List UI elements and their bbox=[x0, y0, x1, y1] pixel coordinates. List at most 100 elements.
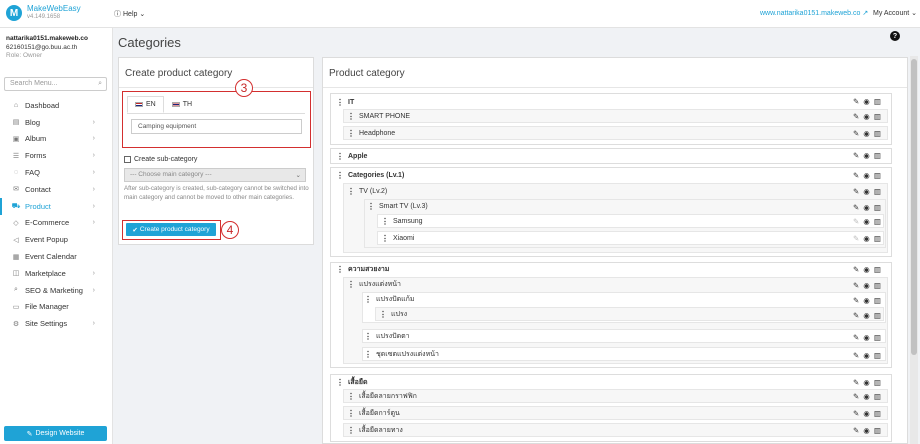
edit-icon[interactable]: ✎ bbox=[853, 171, 859, 180]
category-row[interactable]: ⋮ เสื้อยืด bbox=[336, 375, 368, 389]
design-website-button[interactable]: ✎ Design Website bbox=[4, 426, 107, 441]
tab-th[interactable]: TH bbox=[164, 96, 200, 113]
category-row[interactable]: ⋮ Categories (Lv.1) bbox=[336, 168, 404, 182]
trash-icon[interactable]: ▥ bbox=[874, 409, 881, 418]
drag-handle-icon[interactable]: ⋮ bbox=[367, 202, 375, 211]
category-row[interactable]: ⋮ ชุดเซตแปรงแต่งหน้า bbox=[364, 347, 439, 361]
drag-handle-icon[interactable]: ⋮ bbox=[336, 152, 344, 161]
trash-icon[interactable]: ▥ bbox=[874, 97, 881, 106]
subcategory-checkbox-row[interactable]: Create sub-category bbox=[124, 156, 197, 163]
edit-icon[interactable]: ✎ bbox=[853, 378, 859, 387]
drag-handle-icon[interactable]: ⋮ bbox=[347, 112, 355, 121]
category-row[interactable]: ⋮ แปรงปัดตา bbox=[364, 329, 410, 343]
subcategory-checkbox[interactable] bbox=[124, 156, 131, 163]
category-row[interactable]: ⋮ Apple bbox=[336, 149, 367, 163]
category-row[interactable]: ⋮ Smart TV (Lv.3) bbox=[367, 199, 428, 213]
eye-icon[interactable]: ◉ bbox=[863, 265, 870, 274]
edit-icon[interactable]: ✎ bbox=[853, 203, 859, 212]
trash-icon[interactable]: ▥ bbox=[874, 234, 881, 243]
eye-icon[interactable]: ◉ bbox=[863, 187, 870, 196]
category-row[interactable]: ⋮ Headphone bbox=[347, 126, 395, 140]
drag-handle-icon[interactable]: ⋮ bbox=[347, 409, 355, 418]
create-category-button[interactable]: ✔ Create product category bbox=[126, 223, 216, 236]
trash-icon[interactable]: ▥ bbox=[874, 151, 881, 160]
eye-icon[interactable]: ◉ bbox=[863, 281, 870, 290]
drag-handle-icon[interactable]: ⋮ bbox=[336, 98, 344, 107]
category-row[interactable]: ⋮ แปรงปัดแก้ม bbox=[364, 292, 415, 306]
eye-icon[interactable]: ◉ bbox=[863, 171, 870, 180]
site-link[interactable]: www.nattarika0151.makeweb.co ↗ bbox=[760, 9, 868, 17]
edit-icon[interactable]: ✎ bbox=[853, 234, 859, 243]
trash-icon[interactable]: ▥ bbox=[874, 378, 881, 387]
category-row[interactable]: ⋮ Samsung bbox=[381, 214, 423, 228]
trash-icon[interactable]: ▥ bbox=[874, 112, 881, 121]
drag-handle-icon[interactable]: ⋮ bbox=[347, 129, 355, 138]
account-menu[interactable]: My Account ⌄ bbox=[873, 9, 917, 17]
category-row[interactable]: ⋮ TV (Lv.2) bbox=[347, 184, 387, 198]
edit-icon[interactable]: ✎ bbox=[853, 296, 859, 305]
sidebar-item-seo[interactable]: ⌕ SEO & Marketing › bbox=[0, 282, 112, 299]
eye-icon[interactable]: ◉ bbox=[863, 97, 870, 106]
category-row[interactable]: ⋮ ความสวยงาม bbox=[336, 262, 389, 276]
drag-handle-icon[interactable]: ⋮ bbox=[364, 350, 372, 359]
edit-icon[interactable]: ✎ bbox=[853, 333, 859, 342]
trash-icon[interactable]: ▥ bbox=[874, 351, 881, 360]
edit-icon[interactable]: ✎ bbox=[853, 97, 859, 106]
edit-icon[interactable]: ✎ bbox=[853, 129, 859, 138]
drag-handle-icon[interactable]: ⋮ bbox=[347, 392, 355, 401]
drag-handle-icon[interactable]: ⋮ bbox=[379, 310, 387, 319]
drag-handle-icon[interactable]: ⋮ bbox=[336, 171, 344, 180]
trash-icon[interactable]: ▥ bbox=[874, 281, 881, 290]
logo[interactable]: M MakeWebEasy v4.149.1658 bbox=[6, 4, 81, 22]
eye-icon[interactable]: ◉ bbox=[863, 378, 870, 387]
trash-icon[interactable]: ▥ bbox=[874, 426, 881, 435]
trash-icon[interactable]: ▥ bbox=[874, 187, 881, 196]
eye-icon[interactable]: ◉ bbox=[863, 203, 870, 212]
drag-handle-icon[interactable]: ⋮ bbox=[364, 295, 372, 304]
tab-en[interactable]: EN bbox=[127, 96, 164, 113]
trash-icon[interactable]: ▥ bbox=[874, 171, 881, 180]
category-row[interactable]: ⋮ เสื้อยืดลายทาง bbox=[347, 423, 403, 437]
eye-icon[interactable]: ◉ bbox=[863, 392, 870, 401]
trash-icon[interactable]: ▥ bbox=[874, 296, 881, 305]
main-category-select[interactable]: --- Choose main category --- ⌄ bbox=[124, 168, 306, 182]
trash-icon[interactable]: ▥ bbox=[874, 311, 881, 320]
edit-icon[interactable]: ✎ bbox=[853, 351, 859, 360]
trash-icon[interactable]: ▥ bbox=[874, 217, 881, 226]
eye-icon[interactable]: ◉ bbox=[863, 311, 870, 320]
edit-icon[interactable]: ✎ bbox=[853, 281, 859, 290]
edit-icon[interactable]: ✎ bbox=[853, 217, 859, 226]
sidebar-item-ecommerce[interactable]: ◇ E-Commerce › bbox=[0, 215, 112, 232]
sidebar-item-blog[interactable]: ▤ Blog › bbox=[0, 114, 112, 131]
category-row[interactable]: ⋮ Xiaomi bbox=[381, 231, 414, 245]
drag-handle-icon[interactable]: ⋮ bbox=[336, 378, 344, 387]
category-row[interactable]: ⋮ IT bbox=[336, 95, 354, 109]
drag-handle-icon[interactable]: ⋮ bbox=[347, 280, 355, 289]
sidebar-item-dashboard[interactable]: ⌂ Dashboad bbox=[0, 97, 112, 114]
sidebar-item-album[interactable]: ▣ Album › bbox=[0, 131, 112, 148]
eye-icon[interactable]: ◉ bbox=[863, 129, 870, 138]
trash-icon[interactable]: ▥ bbox=[874, 333, 881, 342]
sidebar-item-product[interactable]: ⛟ Product › bbox=[0, 197, 112, 215]
category-row[interactable]: ⋮ แปรงแต่งหน้า bbox=[347, 277, 401, 291]
scrollbar-thumb[interactable] bbox=[911, 59, 917, 355]
drag-handle-icon[interactable]: ⋮ bbox=[364, 332, 372, 341]
edit-icon[interactable]: ✎ bbox=[853, 311, 859, 320]
trash-icon[interactable]: ▥ bbox=[874, 265, 881, 274]
eye-icon[interactable]: ◉ bbox=[863, 112, 870, 121]
trash-icon[interactable]: ▥ bbox=[874, 203, 881, 212]
edit-icon[interactable]: ✎ bbox=[853, 187, 859, 196]
drag-handle-icon[interactable]: ⋮ bbox=[381, 217, 389, 226]
eye-icon[interactable]: ◉ bbox=[863, 234, 870, 243]
category-row[interactable]: ⋮ เสื้อยืดการ์ตูน bbox=[347, 406, 400, 420]
category-row[interactable]: ⋮ เสื้อยืดลายกราฟฟิก bbox=[347, 389, 417, 403]
eye-icon[interactable]: ◉ bbox=[863, 351, 870, 360]
sidebar-item-forms[interactable]: ☰ Forms › bbox=[0, 147, 112, 164]
category-row[interactable]: ⋮ SMART PHONE bbox=[347, 109, 410, 123]
category-name-input[interactable]: Camping equipment bbox=[131, 119, 302, 134]
edit-icon[interactable]: ✎ bbox=[853, 409, 859, 418]
category-row[interactable]: ⋮ แปรง bbox=[379, 307, 407, 321]
eye-icon[interactable]: ◉ bbox=[863, 296, 870, 305]
drag-handle-icon[interactable]: ⋮ bbox=[336, 265, 344, 274]
sidebar-item-marketplace[interactable]: ◫ Marketplace › bbox=[0, 265, 112, 282]
